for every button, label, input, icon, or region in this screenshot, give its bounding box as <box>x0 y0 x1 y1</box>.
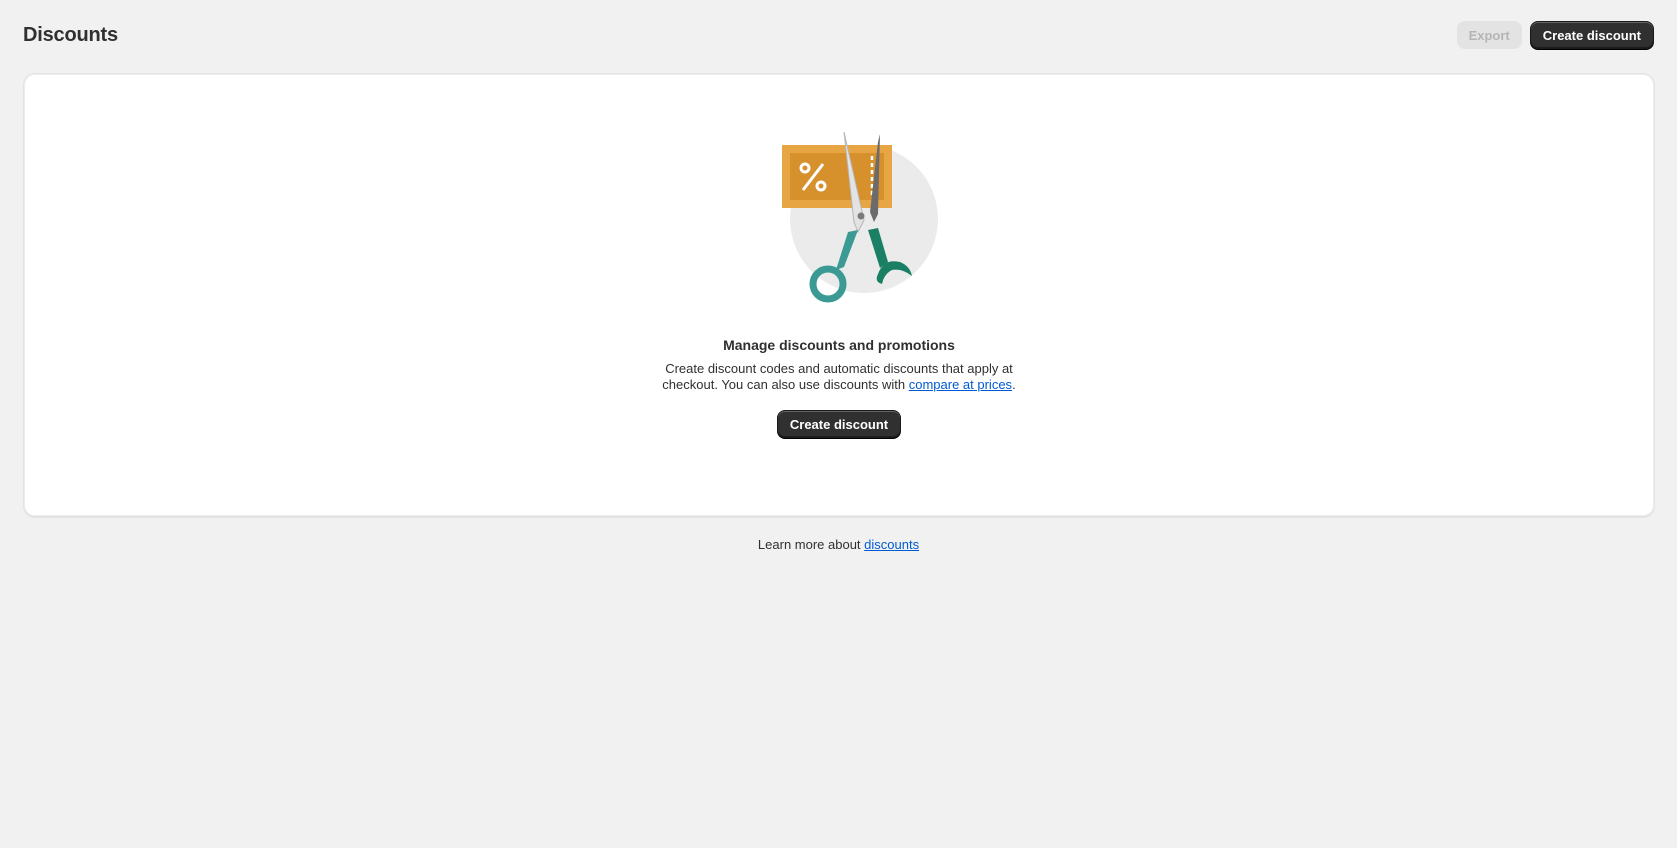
footer-help: Learn more about discounts <box>0 537 1677 552</box>
coupon-inner <box>790 153 884 200</box>
empty-state-create-discount-button[interactable]: Create discount <box>776 410 902 438</box>
compare-at-prices-link[interactable]: compare at prices <box>909 377 1012 392</box>
scissors-pivot <box>857 212 865 220</box>
scissors-cutting-coupon-icon <box>782 132 938 303</box>
create-discount-button[interactable]: Create discount <box>1529 21 1654 49</box>
empty-state-description-line2: checkout. You can also use discounts wit… <box>24 377 1654 393</box>
description-line2-prefix: checkout. You can also use discounts wit… <box>662 377 909 392</box>
discounts-page: Discounts Export Create discount Manage … <box>0 0 1677 848</box>
empty-state-heading: Manage discounts and promotions <box>723 337 955 353</box>
header-actions: Export Create discount <box>1456 21 1654 49</box>
discounts-help-link[interactable]: discounts <box>864 537 919 552</box>
description-line2-suffix: . <box>1012 377 1016 392</box>
empty-state-action: Create discount <box>24 410 1654 438</box>
page-title: Discounts <box>23 23 118 46</box>
page-header: Discounts Export Create discount <box>23 20 1654 50</box>
footer-help-text: Learn more about <box>757 537 865 552</box>
export-button[interactable]: Export <box>1456 21 1522 49</box>
empty-state-description: Create discount codes and automatic disc… <box>24 361 1654 393</box>
empty-state-description-line1: Create discount codes and automatic disc… <box>665 361 1013 376</box>
empty-state-card: Manage discounts and promotions Create d… <box>23 73 1655 517</box>
